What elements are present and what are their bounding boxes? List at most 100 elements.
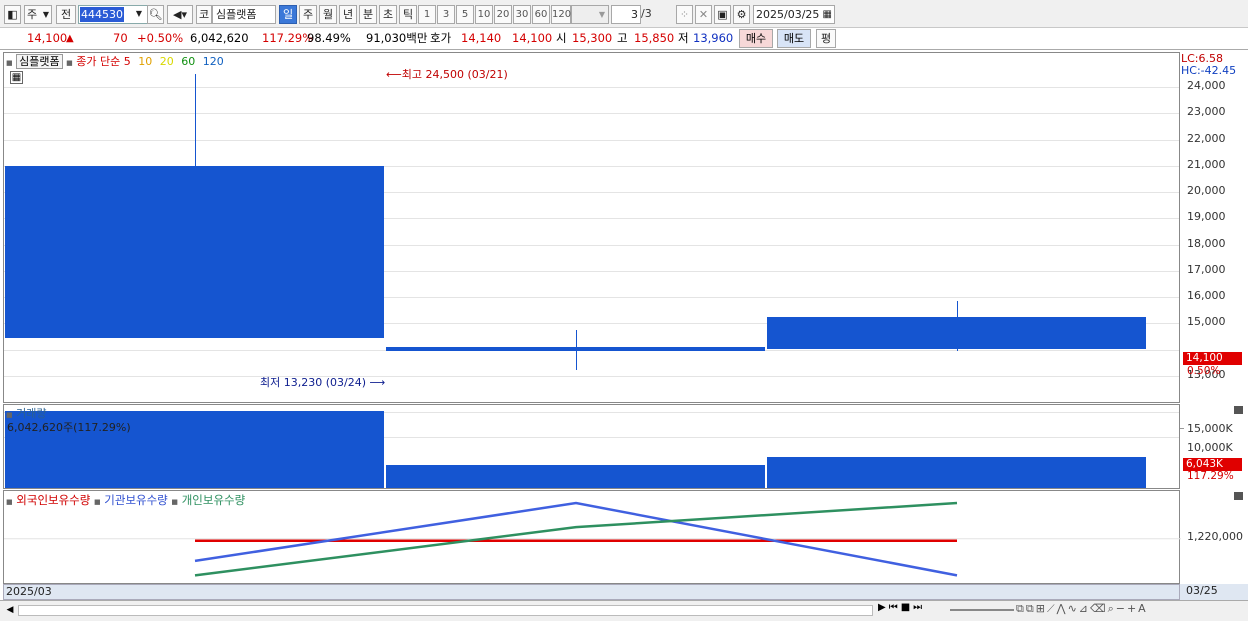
date-field[interactable]: 2025/03/25 ▦	[753, 5, 835, 24]
volume-tick-10000k: 10,000K	[1187, 441, 1233, 454]
code-dropdown-icon[interactable]: ▼	[132, 5, 146, 24]
panel-close-icon[interactable]	[1234, 406, 1243, 414]
calendar-icon[interactable]: ▦	[823, 6, 832, 23]
tab-tick[interactable]: 틱	[399, 5, 417, 24]
wave-icon[interactable]: ∿	[1068, 602, 1079, 615]
interval-30[interactable]: 30	[513, 5, 531, 24]
price-tick-label: 21,000	[1187, 157, 1226, 171]
zoom-out-icon[interactable]: −	[1116, 602, 1127, 615]
candle-wick	[576, 329, 577, 370]
ma-5: 5	[123, 55, 131, 68]
playback-controls: ▶⏮■⏭	[878, 602, 925, 613]
price-gridline	[4, 113, 1179, 115]
crosshair-icon[interactable]: ✕	[695, 5, 712, 24]
zoom-in-icon[interactable]: +	[1127, 602, 1138, 615]
page-input[interactable]: 3	[611, 5, 641, 24]
open-label: 시	[556, 31, 567, 45]
toolbar: ◧ 주 ▼ 전 444530 ▼ 🔍︎ ◀▾ 코 심플랫폼 일 주 월 년 분 초…	[0, 0, 1248, 28]
interval-120[interactable]: 120	[551, 5, 571, 24]
prefix-button[interactable]: 전	[56, 5, 76, 24]
open-price: 15,300	[572, 31, 613, 45]
avg-button[interactable]: 평	[816, 29, 836, 48]
legend-marker-icon: ■	[6, 498, 13, 506]
interval-10[interactable]: 10	[475, 5, 493, 24]
ask-price: 14,140	[461, 31, 502, 45]
volume-tick-15000k: 15,000K	[1187, 422, 1233, 435]
window-icon[interactable]: ◧	[4, 5, 21, 24]
scroll-left-icon[interactable]: ◀	[4, 603, 16, 617]
stop-icon[interactable]: ■	[901, 602, 913, 613]
hc-label: HC:-42.45	[1181, 64, 1237, 77]
price-tick-label: 19,000	[1187, 210, 1226, 224]
interval-20[interactable]: 20	[494, 5, 512, 24]
price-legend: ■ 심플랫폼 ■ 종가 단순 5 10 20 60 120	[6, 54, 224, 70]
tab-day[interactable]: 일	[279, 5, 297, 24]
ma-20: 20	[159, 55, 174, 68]
measure-icon[interactable]: ⊿	[1079, 602, 1090, 615]
legend-marker-icon: ■	[94, 498, 101, 506]
play-icon[interactable]: ▶	[878, 602, 889, 613]
x-axis: 2025/03	[3, 584, 1180, 600]
zoom-slider[interactable]	[950, 609, 1014, 611]
buy-button[interactable]: 매수	[739, 29, 773, 48]
low-label: 저	[678, 31, 689, 45]
copy-icon[interactable]: ⧉	[1026, 602, 1036, 615]
volume-ratio: 117.29%	[262, 31, 314, 45]
stock-name-field[interactable]: 심플랫폼	[212, 5, 276, 24]
price-tick-label: 22,000	[1187, 131, 1226, 145]
interval-60[interactable]: 60	[532, 5, 550, 24]
low-price: 13,960	[693, 31, 734, 45]
forward-icon[interactable]: ⏭	[913, 602, 925, 613]
interval-1[interactable]: 1	[418, 5, 436, 24]
legend-marker-icon: ■	[171, 498, 179, 506]
ma-120: 120	[202, 55, 224, 68]
quote-info-bar: 14,100 ▲ 70 +0.50% 6,042,620 117.29% 98.…	[0, 28, 1248, 50]
legend-foreign: 외국인보유수량	[16, 493, 91, 507]
volume-value: 6,042,620	[190, 31, 249, 45]
text-icon[interactable]: A	[1138, 602, 1148, 615]
interval-3[interactable]: 3	[437, 5, 455, 24]
candle-wick	[195, 73, 196, 338]
price-tick-label: 20,000	[1187, 184, 1226, 198]
grid-icon[interactable]: ⊞	[1036, 602, 1047, 615]
table-icon[interactable]: ▦	[10, 71, 23, 84]
interval-dropdown[interactable]: ▼	[571, 5, 609, 24]
date-value: 2025/03/25	[756, 8, 820, 21]
layout-icon[interactable]: ⧉	[1016, 602, 1026, 615]
gear-icon[interactable]: ⚙	[733, 5, 750, 24]
horizontal-scrollbar[interactable]	[18, 605, 873, 616]
tab-second[interactable]: 초	[379, 5, 397, 24]
high-price: 15,850	[634, 31, 675, 45]
tab-week[interactable]: 주	[299, 5, 317, 24]
holding-tick: 1,220,000	[1187, 530, 1243, 543]
erase-icon[interactable]: ⌫	[1090, 602, 1108, 615]
ma-10: 10	[138, 55, 153, 68]
trendline-icon[interactable]: ⟋	[1047, 602, 1057, 615]
rewind-icon[interactable]: ⏮	[889, 602, 901, 613]
high-annotation: ⟵최고 24,500 (03/21)	[386, 66, 508, 82]
x-axis-end-label: 03/25	[1186, 584, 1218, 597]
save-icon[interactable]: ▣	[714, 5, 731, 24]
link-icon[interactable]: ⁘	[676, 5, 693, 24]
tab-month[interactable]: 월	[319, 5, 337, 24]
price-gridline	[4, 375, 1179, 377]
low-annotation: 최저 13,230 (03/24) ⟶	[260, 374, 385, 390]
interval-5[interactable]: 5	[456, 5, 474, 24]
rotation-rate: 98.49%	[307, 31, 351, 45]
panel-close-icon[interactable]	[1234, 492, 1243, 500]
pattern-icon[interactable]: ⋀	[1057, 602, 1068, 615]
price-tick-label: 15,000	[1187, 315, 1226, 329]
zoom-icon[interactable]: ⌕	[1108, 602, 1116, 615]
tab-year[interactable]: 년	[339, 5, 357, 24]
stock-name-tag[interactable]: 심플랫폼	[16, 54, 63, 69]
volume-bar	[386, 464, 765, 488]
legend-marker-icon: ■	[6, 411, 13, 419]
ma-label: 종가 단순	[76, 55, 121, 68]
sell-button[interactable]: 매도	[777, 29, 811, 48]
speaker-icon[interactable]: ◀▾	[167, 5, 193, 24]
current-price-tag: 14,100	[1183, 352, 1242, 365]
period-type-select[interactable]: 주 ▼	[24, 5, 52, 24]
trade-amount: 91,030백만	[366, 31, 428, 45]
tab-minute[interactable]: 분	[359, 5, 377, 24]
search-icon[interactable]: 🔍︎	[147, 5, 164, 24]
